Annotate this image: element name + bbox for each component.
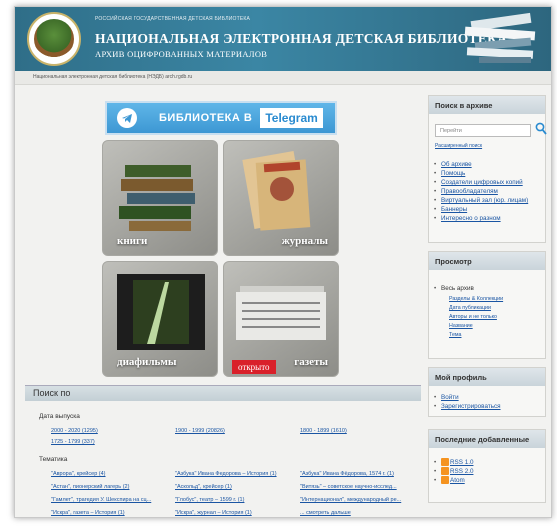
site-header: РОССИЙСКАЯ ГОСУДАРСТВЕННАЯ ДЕТСКАЯ БИБЛИ… xyxy=(15,7,551,71)
browse-authors-link[interactable]: Авторы и не только xyxy=(429,313,545,322)
telegram-icon xyxy=(117,108,137,128)
rss1-label: RSS 1.0 xyxy=(450,459,474,466)
creators-link[interactable]: Создатели цифровых копий xyxy=(429,178,547,187)
topic-link[interactable]: "Интернационал", международный ре... xyxy=(300,497,401,503)
date-link[interactable]: 1725 - 1799 (337) xyxy=(51,439,95,445)
sidebar: Поиск в архиве Перейти Расширенный поиск… xyxy=(428,95,547,517)
topic-link[interactable]: "Аскольд", крейсер (1) xyxy=(175,484,232,490)
library-logo[interactable] xyxy=(27,12,81,66)
topic-link[interactable]: "Азбука" Ивана Федорова – История (1) xyxy=(175,471,277,477)
telegram-banner-text: БИБЛИОТЕКА В xyxy=(159,112,253,124)
help-link[interactable]: Помощь xyxy=(429,169,547,178)
feed-links: RSS 1.0 RSS 2.0 Atom xyxy=(429,458,545,485)
virtual-hall-link[interactable]: Виртуальный зал (юр. лицам) xyxy=(429,196,547,205)
advanced-search-link[interactable]: Расширенный поиск xyxy=(435,143,482,149)
info-links: Об архиве Помощь Создатели цифровых копи… xyxy=(429,160,547,223)
browse-sublinks: Разделы & Коллекции Дата публикации Авто… xyxy=(429,295,545,340)
books-tile[interactable]: книги xyxy=(102,140,218,256)
atom-link[interactable]: Atom xyxy=(429,476,545,485)
recent-title: Последние добавленные xyxy=(429,430,545,448)
header-small-line: РОССИЙСКАЯ ГОСУДАРСТВЕННАЯ ДЕТСКАЯ БИБЛИ… xyxy=(95,16,251,22)
breadcrumb-bar: Национальная электронная детская библиот… xyxy=(15,71,551,85)
topic-link[interactable]: "Искра", журнал – История (1) xyxy=(175,510,252,516)
whole-archive-label: Весь архив xyxy=(429,284,545,293)
rss-icon xyxy=(441,458,449,467)
topics-section-label: Тематика xyxy=(39,456,68,463)
banners-link[interactable]: Баннеры xyxy=(429,205,547,214)
topic-link[interactable]: "Глобус", театр – 1599 г. (1) xyxy=(175,497,244,503)
search-icon[interactable] xyxy=(535,122,547,136)
topic-link[interactable]: "Витязь" – советское научно-исслед... xyxy=(300,484,397,490)
date-section-label: Дата выпуска xyxy=(39,413,80,420)
main-content: БИБЛИОТЕКА В Telegram книги журналы диаф… xyxy=(25,95,421,517)
books-illustration-icon xyxy=(464,12,536,63)
rss2-link[interactable]: RSS 2.0 xyxy=(429,467,545,476)
search-by-title: Поиск по xyxy=(33,388,71,398)
browse-box: Просмотр Весь архив Разделы & Коллекции … xyxy=(428,251,546,359)
site-subtitle: АРХИВ ОЦИФРОВАННЫХ МАТЕРИАЛОВ xyxy=(95,49,268,59)
telegram-brand: Telegram xyxy=(260,108,323,128)
breadcrumb[interactable]: Национальная электронная детская библиот… xyxy=(33,74,192,80)
search-by-header: Поиск по xyxy=(25,385,421,401)
browse-date-link[interactable]: Дата публикации xyxy=(429,304,545,313)
interesting-link[interactable]: Интересно о разном xyxy=(429,214,547,223)
books-label: книги xyxy=(117,235,148,247)
browse-title-link[interactable]: Название xyxy=(429,322,545,331)
browse-title: Просмотр xyxy=(429,252,545,270)
topic-link[interactable]: "Азбука" Ивана Фёдорова, 1574 г. (1) xyxy=(300,471,394,477)
archive-search-input[interactable]: Перейти xyxy=(435,124,531,137)
browse-collections-link[interactable]: Разделы & Коллекции xyxy=(429,295,545,304)
topic-link[interactable]: "Искра", газета – История (1) xyxy=(51,510,125,516)
filmstrips-tile[interactable]: диафильмы xyxy=(102,261,218,377)
topic-link[interactable]: "Аврора", крейсер (4) xyxy=(51,471,106,477)
browse-subject-link[interactable]: Тема xyxy=(429,331,545,340)
date-link[interactable]: 2000 - 2020 (1295) xyxy=(51,428,98,434)
date-link[interactable]: 1900 - 1999 (20826) xyxy=(175,428,225,434)
tree-emblem-icon xyxy=(34,19,74,59)
see-more-link[interactable]: ... смотреть дальше xyxy=(300,510,351,516)
rss-icon xyxy=(441,476,449,485)
recent-box: Последние добавленные RSS 1.0 RSS 2.0 At… xyxy=(428,429,546,503)
date-link[interactable]: 1800 - 1899 (1610) xyxy=(300,428,347,434)
newspapers-tile[interactable]: открыто газеты xyxy=(223,261,339,377)
rightsholders-link[interactable]: Правообладателям xyxy=(429,187,547,196)
open-ribbon: открыто xyxy=(232,360,276,374)
profile-links: Войти Зарегистрироваться xyxy=(429,393,545,411)
newspapers-label: газеты xyxy=(294,356,328,368)
rss1-link[interactable]: RSS 1.0 xyxy=(429,458,545,467)
topic-link[interactable]: "Гамлет", трагедия У. Шекспира на сц... xyxy=(51,497,151,503)
telegram-banner[interactable]: БИБЛИОТЕКА В Telegram xyxy=(105,101,337,135)
rss2-label: RSS 2.0 xyxy=(450,468,474,475)
topic-link[interactable]: "Астан", пионерский лагерь (2) xyxy=(51,484,129,490)
archive-search-title: Поиск в архиве xyxy=(429,96,545,114)
filmstrips-label: диафильмы xyxy=(117,356,177,368)
about-link[interactable]: Об архиве xyxy=(429,160,547,169)
atom-label: Atom xyxy=(450,477,465,484)
magazines-label: журналы xyxy=(281,235,328,247)
magazines-tile[interactable]: журналы xyxy=(223,140,339,256)
page-frame: РОССИЙСКАЯ ГОСУДАРСТВЕННАЯ ДЕТСКАЯ БИБЛИ… xyxy=(14,6,552,518)
profile-box: Мой профиль Войти Зарегистрироваться xyxy=(428,367,546,417)
archive-search-box: Поиск в архиве Перейти Расширенный поиск… xyxy=(428,95,547,243)
browse-list: Весь архив xyxy=(429,284,545,293)
register-link[interactable]: Зарегистрироваться xyxy=(429,402,545,411)
profile-title: Мой профиль xyxy=(429,368,545,386)
login-link[interactable]: Войти xyxy=(429,393,545,402)
rss-icon xyxy=(441,467,449,476)
